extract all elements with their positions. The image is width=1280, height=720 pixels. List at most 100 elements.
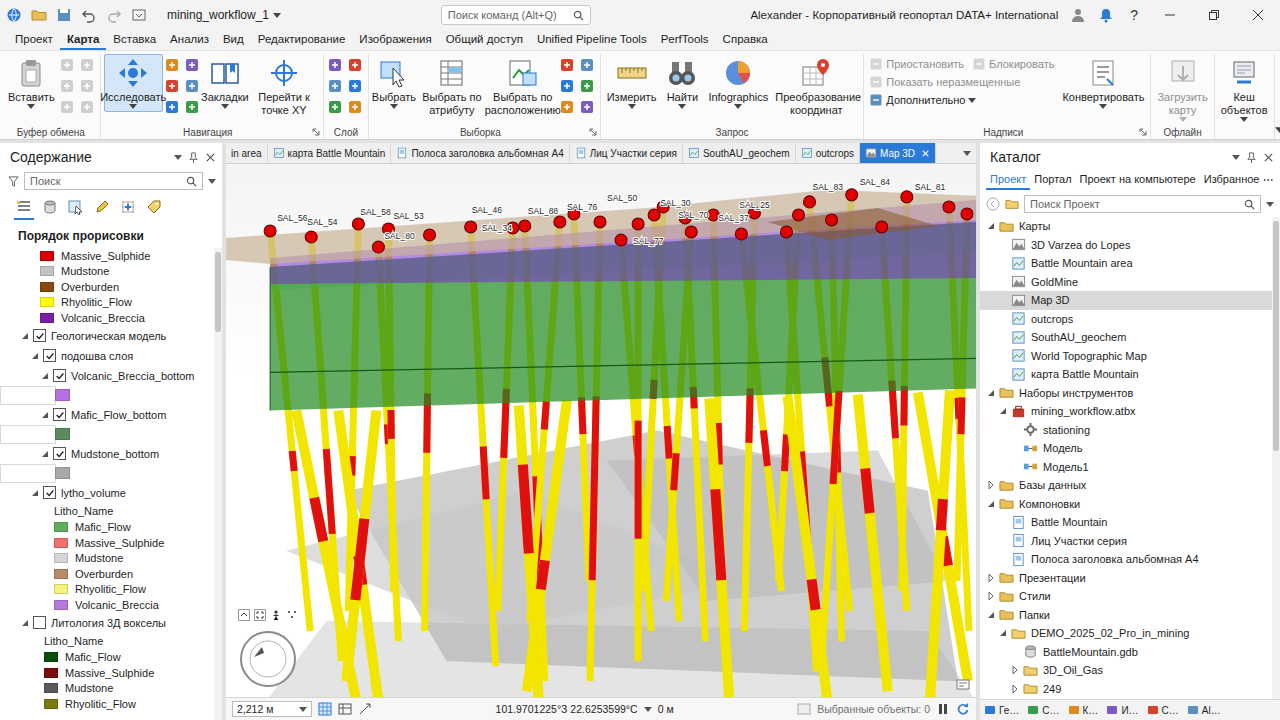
ribbon-tab[interactable]: Редактирование	[251, 31, 353, 50]
scene-canvas[interactable]: SAL_56SAL_54SAL_58SAL_53SAL_80SAL_46SAL_…	[226, 164, 976, 697]
command-search[interactable]: Поиск команд (Alt+Q)	[441, 5, 591, 25]
catalog-item[interactable]: Battle Mountain area	[980, 254, 1272, 273]
catalog-item[interactable]: Наборы инструментов	[980, 384, 1272, 403]
symbol-swatch[interactable]	[40, 282, 54, 292]
collar-marker[interactable]	[901, 191, 913, 203]
collar-marker[interactable]	[735, 228, 747, 240]
drillhole[interactable]	[338, 410, 378, 697]
table-icon[interactable]	[338, 702, 352, 716]
full-extent-icon[interactable]	[254, 609, 266, 621]
navigator-options-icon[interactable]	[286, 609, 298, 621]
expand-arrow-icon[interactable]	[40, 410, 50, 420]
dock-tab[interactable]: Ге…	[984, 704, 1019, 716]
catalog-tab[interactable]: Проект на компьютере	[1076, 170, 1200, 190]
ribbon-tab[interactable]: Анализ	[163, 31, 216, 50]
tool-icon[interactable]	[164, 99, 180, 115]
catalog-item[interactable]: 3D_Oil_Gas	[980, 661, 1272, 680]
symbol-swatch[interactable]	[54, 553, 68, 563]
drillhole[interactable]	[527, 400, 567, 691]
catalog-item[interactable]: карта Battle Mountain	[980, 365, 1272, 384]
ribbon-button[interactable]: Закладки	[203, 54, 247, 112]
catalog-item[interactable]: Модель1	[980, 458, 1272, 477]
catalog-item[interactable]: 3D Varzea do Lopes	[980, 236, 1272, 255]
app-logo-icon[interactable]	[6, 7, 22, 23]
tool-icon[interactable]	[59, 99, 75, 115]
more-options-icon[interactable]	[1263, 174, 1274, 186]
project-title[interactable]: mining_workflow_1	[167, 8, 281, 22]
tool-icon[interactable]	[184, 99, 200, 115]
collar-marker[interactable]	[780, 226, 792, 238]
folder-up-icon[interactable]	[1005, 197, 1019, 211]
expand-arrow-icon[interactable]	[986, 499, 996, 509]
expand-arrow-icon[interactable]	[986, 610, 996, 620]
symbol-swatch[interactable]	[40, 313, 54, 323]
ribbon-small-button[interactable]: Дополнительно	[869, 93, 976, 107]
dialog-launcher-icon[interactable]	[589, 128, 597, 136]
ribbon-tab[interactable]: Общий доступ	[439, 31, 530, 50]
collar-marker[interactable]	[372, 241, 384, 253]
expand-arrow-icon[interactable]	[986, 591, 996, 601]
layer-checkbox[interactable]	[33, 616, 46, 629]
dock-tab[interactable]: К…	[1068, 704, 1099, 716]
drillhole[interactable]	[858, 394, 888, 691]
symbol-swatch[interactable]	[55, 467, 70, 479]
collapse-ribbon-icon[interactable]	[1275, 127, 1280, 133]
layer-row[interactable]: подошва слоя	[0, 346, 214, 366]
contents-view-button[interactable]	[66, 196, 86, 220]
customize-icon[interactable]	[131, 7, 147, 23]
scrollbar[interactable]	[214, 248, 222, 720]
3d-scene[interactable]: SAL_56SAL_54SAL_58SAL_53SAL_80SAL_46SAL_…	[226, 164, 976, 697]
scrollbar-thumb[interactable]	[1273, 221, 1279, 451]
expand-arrow-icon[interactable]	[998, 406, 1008, 416]
filter-icon[interactable]	[8, 176, 19, 187]
layer-row[interactable]: Геологическая модель	[0, 326, 214, 346]
catalog-item[interactable]: World Topographic Map	[980, 347, 1272, 366]
dialog-launcher-icon[interactable]	[1139, 128, 1147, 136]
tool-icon[interactable]	[579, 57, 595, 73]
coordinate-format-caret-icon[interactable]	[644, 707, 652, 712]
ribbon-tab[interactable]: Вставка	[106, 31, 163, 50]
contents-search-field[interactable]: Поиск	[24, 172, 203, 190]
layer-row[interactable]: Mafic_Flow_bottom	[0, 405, 214, 425]
tool-icon[interactable]	[79, 57, 95, 73]
zoom-up-icon[interactable]	[238, 609, 250, 621]
tool-icon[interactable]	[559, 78, 575, 94]
catalog-item[interactable]: Полоса заголовка альбомная А4	[980, 550, 1272, 569]
collar-marker[interactable]	[826, 214, 838, 226]
refresh-icon[interactable]	[956, 702, 970, 716]
collar-marker[interactable]	[424, 229, 436, 241]
snapping-icon[interactable]	[358, 702, 372, 716]
tool-icon[interactable]	[559, 99, 575, 115]
pin-icon[interactable]	[1246, 152, 1257, 163]
symbol-swatch[interactable]	[54, 522, 68, 532]
symbol-swatch[interactable]	[40, 251, 54, 261]
tool-icon[interactable]	[327, 78, 343, 94]
ribbon-small-button[interactable]: Приостановить	[869, 57, 964, 71]
symbol-swatch[interactable]	[55, 389, 70, 401]
drillhole[interactable]	[787, 396, 827, 697]
ribbon-tab[interactable]: Проект	[8, 31, 60, 50]
drillhole[interactable]	[346, 410, 376, 681]
symbol-swatch[interactable]	[54, 538, 68, 548]
collar-marker[interactable]	[632, 218, 644, 230]
contents-view-button[interactable]	[92, 196, 112, 220]
restore-button[interactable]	[1192, 0, 1236, 30]
symbol-swatch[interactable]	[44, 683, 58, 693]
view-tab[interactable]: карта Battle Mountain	[268, 143, 392, 163]
layer-row[interactable]: Volcanic_Breccia_bottom	[0, 366, 214, 386]
ribbon-tab[interactable]: Карта	[60, 31, 106, 50]
catalog-item[interactable]: Стили	[980, 587, 1272, 606]
ribbon-button[interactable]: Выбрать по атрибуту	[417, 54, 487, 120]
collar-marker[interactable]	[793, 209, 805, 221]
ribbon-button[interactable]: Infographics	[705, 54, 771, 112]
catalog-item[interactable]: SouthAU_geochem	[980, 328, 1272, 347]
collar-marker[interactable]	[305, 231, 317, 243]
tool-icon[interactable]	[327, 57, 343, 73]
catalog-tab[interactable]: Проект	[986, 170, 1030, 190]
expand-arrow-icon[interactable]	[1010, 665, 1020, 675]
expand-arrow-icon[interactable]	[30, 488, 40, 498]
undo-icon[interactable]	[81, 7, 97, 23]
collar-marker[interactable]	[804, 196, 816, 208]
first-person-icon[interactable]	[270, 609, 282, 621]
view-tab[interactable]: SouthAU_geochem	[683, 143, 796, 163]
